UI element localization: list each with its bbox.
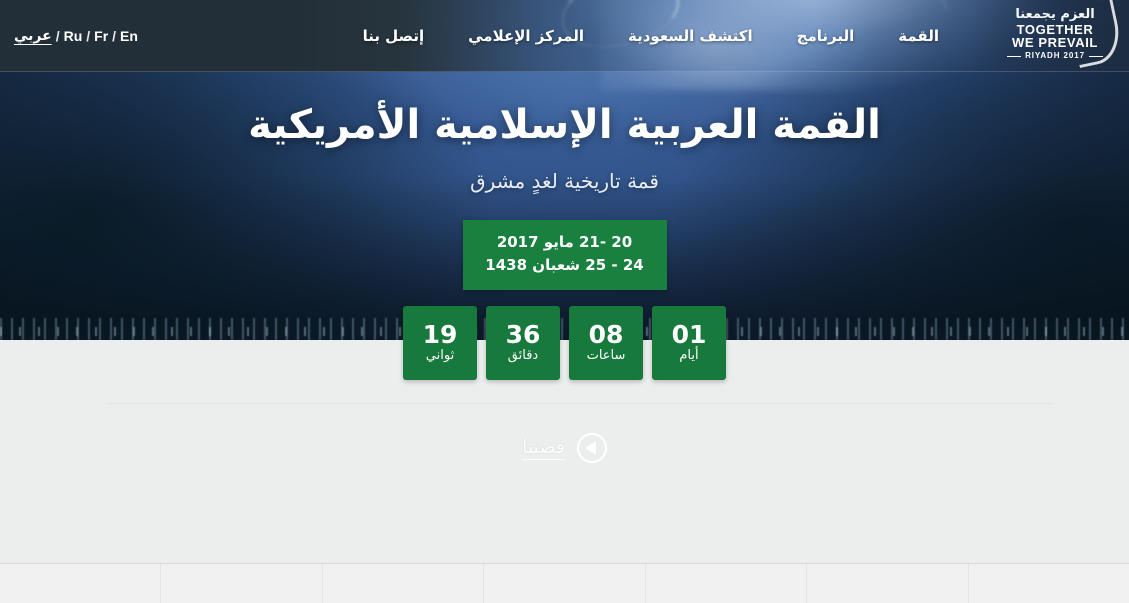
countdown-days-value: 01 [671, 320, 707, 350]
footer-column [967, 564, 1129, 603]
lang-option-english[interactable]: En [116, 28, 142, 44]
date-gregorian: 20 -21 مايو 2017 [496, 233, 633, 251]
lang-option-russian[interactable]: Ru [60, 28, 87, 44]
lang-separator-2: / [86, 28, 91, 44]
page-title: القمة العربية الإسلامية الأمريكية [248, 102, 881, 148]
top-navigation-bar: العزم يجمعنا TOGETHER WE PREVAIL RIYADH … [0, 0, 1129, 72]
hero-content: القمة العربية الإسلامية الأمريكية قمة تا… [0, 72, 1129, 340]
content-card-edge [108, 403, 1052, 404]
countdown-seconds: 19 ثواني [403, 306, 477, 380]
countdown-minutes: 36 دقائق [486, 306, 560, 380]
countdown-minutes-value: 36 [505, 320, 541, 350]
countdown-seconds-label: ثواني [425, 348, 455, 364]
lang-separator-3: / [112, 28, 117, 44]
play-video-icon[interactable] [576, 433, 607, 463]
footer-column [0, 564, 160, 603]
footer-grid-strip [0, 563, 1129, 603]
nav-menu: القمة البرنامج اكتشف السعودية المركز الإ… [341, 0, 961, 72]
countdown-minutes-label: دقائق [507, 348, 539, 364]
lang-option-arabic[interactable]: عربي [10, 28, 56, 44]
footer-column [160, 564, 321, 603]
countdown-timer: 01 أيام 08 ساعات 36 دقائق 19 ثواني [0, 306, 1129, 380]
nav-item-media-center[interactable]: المركز الإعلامي [446, 27, 606, 45]
nav-item-summit[interactable]: القمة [876, 27, 961, 45]
lang-option-french[interactable]: Fr [90, 28, 112, 44]
footer-column [806, 564, 967, 603]
language-switcher: عربي / Ru / Fr / En [10, 0, 142, 72]
countdown-hours: 08 ساعات [569, 306, 643, 380]
countdown-days-label: أيام [679, 348, 699, 364]
nav-item-discover-saudi[interactable]: اكتشف السعودية [606, 27, 775, 45]
footer-column [483, 564, 644, 603]
our-story-block: قصتنا [0, 433, 1129, 463]
countdown-days: 01 أيام [652, 306, 726, 380]
lang-separator-1: / [55, 28, 60, 44]
countdown-hours-label: ساعات [586, 348, 626, 364]
our-story-link[interactable]: قصتنا [522, 436, 565, 460]
footer-column [644, 564, 806, 603]
play-triangle-icon [585, 441, 597, 455]
logo-arabic-text: العزم يجمعنا [1015, 7, 1095, 22]
nav-item-contact-us[interactable]: إتصل بنا [341, 27, 447, 45]
page-subtitle: قمة تاريخية لغدٍ مشرق [470, 169, 659, 193]
countdown-hours-value: 08 [588, 320, 624, 350]
date-hijri: 24 - 25 شعبان 1438 [485, 256, 644, 275]
countdown-seconds-value: 19 [422, 320, 458, 350]
footer-column [321, 564, 483, 603]
logo-rule-left [1007, 55, 1022, 57]
nav-item-program[interactable]: البرنامج [775, 27, 877, 45]
summit-date-badge: 20 -21 مايو 2017 24 - 25 شعبان 1438 [462, 220, 667, 290]
page-root: العزم يجمعنا TOGETHER WE PREVAIL RIYADH … [0, 0, 1129, 603]
site-logo[interactable]: العزم يجمعنا TOGETHER WE PREVAIL RIYADH … [989, 0, 1125, 70]
